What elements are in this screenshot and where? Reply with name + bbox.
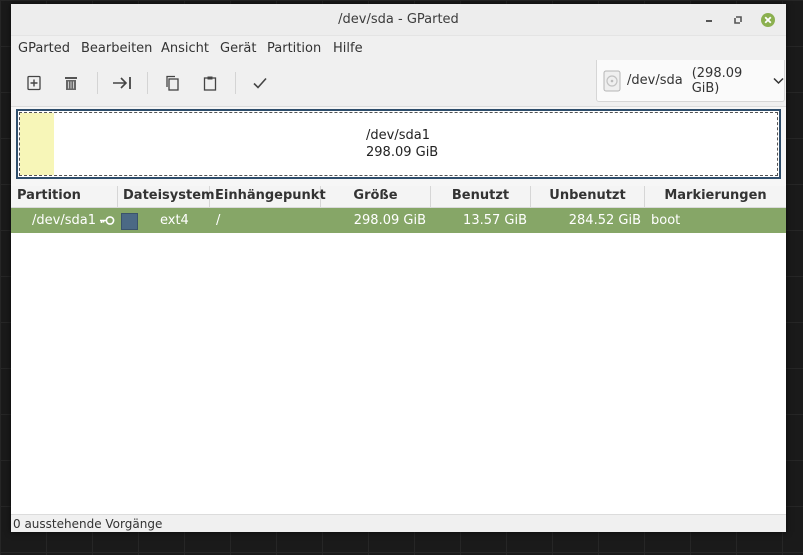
chevron-down-icon (773, 77, 784, 85)
cell-mountpoint: / (216, 213, 221, 228)
apply-button[interactable] (246, 69, 274, 97)
cell-used: 13.57 GiB (463, 213, 527, 228)
toolbar-separator (235, 72, 236, 94)
device-selector[interactable]: /dev/sda (298.09 GiB) (596, 60, 785, 102)
menu-partition[interactable]: Partition (267, 41, 321, 56)
menu-geraet[interactable]: Gerät (220, 41, 256, 56)
column-groesse[interactable]: Größe (321, 186, 431, 207)
maximize-icon (734, 16, 742, 24)
title-bar[interactable]: /dev/sda - GParted (11, 4, 786, 36)
menu-bar: GParted Bearbeiten Ansicht Gerät Partiti… (11, 36, 786, 60)
arrow-to-end-icon (113, 77, 131, 89)
column-einhaengepunkt[interactable]: Einhängepunkt (210, 186, 326, 207)
toolbar: /dev/sda (298.09 GiB) (11, 60, 786, 107)
paste-icon (203, 76, 217, 91)
used-space-bar (20, 113, 54, 175)
disk-map-partition-sda1[interactable]: /dev/sda1 298.09 GiB (16, 109, 781, 179)
new-partition-icon (27, 75, 41, 91)
delete-partition-button[interactable] (57, 69, 85, 97)
disk-map-partition-name: /dev/sda1 (366, 128, 430, 143)
disk-map-label: /dev/sda1 298.09 GiB (366, 127, 438, 161)
disk-map-area: /dev/sda1 298.09 GiB (11, 107, 786, 182)
cell-unused: 284.52 GiB (568, 213, 641, 228)
copy-button[interactable] (158, 69, 186, 97)
key-icon (100, 216, 115, 225)
minimize-icon (706, 20, 712, 22)
menu-ansicht[interactable]: Ansicht (161, 41, 209, 56)
filesystem-color-swatch (121, 213, 138, 230)
new-partition-button[interactable] (20, 69, 48, 97)
partition-table: /dev/sda1 ext4 / 298.09 GiB 13.57 GiB 28… (11, 208, 786, 514)
column-unbenutzt[interactable]: Unbenutzt (531, 186, 645, 207)
partition-table-header: Partition Dateisystem Einhängepunkt Größ… (11, 186, 786, 208)
column-dateisystem[interactable]: Dateisystem (118, 186, 215, 207)
checkmark-icon (253, 77, 267, 89)
maximize-button[interactable] (729, 11, 747, 29)
menu-gparted[interactable]: GParted (18, 41, 70, 56)
cell-filesystem: ext4 (160, 213, 189, 228)
close-icon (761, 13, 775, 27)
resize-move-button[interactable] (108, 69, 136, 97)
toolbar-separator (97, 72, 98, 94)
cell-size: 298.09 GiB (353, 213, 426, 228)
window-title: /dev/sda - GParted (338, 12, 459, 27)
paste-button[interactable] (196, 69, 224, 97)
close-button[interactable] (759, 11, 777, 29)
cell-flags: boot (651, 213, 681, 228)
toolbar-separator (147, 72, 148, 94)
column-benutzt[interactable]: Benutzt (431, 186, 531, 207)
menu-bearbeiten[interactable]: Bearbeiten (81, 41, 152, 56)
gparted-window: /dev/sda - GParted GParted Bearbeiten An… (11, 4, 786, 532)
device-path: /dev/sda (627, 73, 683, 88)
copy-icon (166, 75, 179, 91)
column-partition[interactable]: Partition (11, 186, 118, 207)
minimize-button[interactable] (700, 11, 718, 29)
column-markierungen[interactable]: Markierungen (645, 186, 786, 207)
status-bar: 0 ausstehende Vorgänge (11, 514, 786, 532)
menu-hilfe[interactable]: Hilfe (333, 41, 363, 56)
table-row[interactable]: /dev/sda1 ext4 / 298.09 GiB 13.57 GiB 28… (11, 208, 786, 233)
trash-icon (65, 77, 77, 90)
cell-partition: /dev/sda1 (32, 213, 96, 228)
device-size: (298.09 GiB) (691, 65, 743, 96)
disk-map-partition-size: 298.09 GiB (366, 145, 439, 160)
harddisk-icon (603, 70, 621, 92)
pending-operations-status: 0 ausstehende Vorgänge (13, 517, 163, 531)
